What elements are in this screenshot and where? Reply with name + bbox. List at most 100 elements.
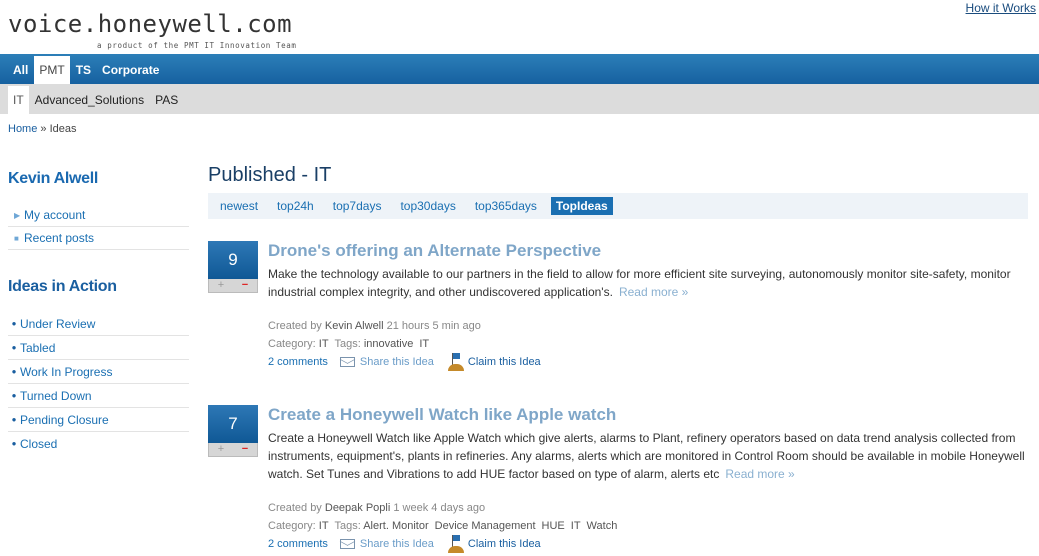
sidebar-item-my-account[interactable]: ▶ My account [8,204,189,227]
idea-author-line: Created by Deepak Popli 1 week 4 days ag… [268,499,1028,517]
how-it-works-link[interactable]: How it Works [966,1,1036,15]
dot-icon: ● [11,414,17,424]
vote-up-button[interactable]: + [209,279,233,292]
breadcrumb-home[interactable]: Home [8,123,37,135]
dot-icon: ● [11,342,17,352]
sidebar-item-label[interactable]: Closed [20,432,57,456]
read-more-link[interactable]: Read more » [725,467,794,481]
claim-label: Claim this Idea [467,356,541,368]
vote-up-button[interactable]: + [209,443,233,456]
sidebar-item-under-review[interactable]: ● Under Review [8,312,189,336]
idea-summary: Make the technology available to our par… [268,265,1028,301]
idea-age: 1 week 4 days ago [393,502,486,514]
idea-actions: 2 comments Share this Idea Claim this Id… [268,535,1028,553]
subtab-pas[interactable]: PAS [150,86,183,114]
sidebar-item-label[interactable]: My account [24,204,85,227]
flag-icon [447,353,464,371]
triangle-right-icon: ▶ [14,210,21,220]
share-label: Share this Idea [359,538,434,550]
sidebar-item-label[interactable]: Turned Down [20,384,92,408]
claim-label: Claim this Idea [467,538,541,550]
breadcrumb: Home » Ideas [8,123,77,135]
tag-link[interactable]: innovative [364,338,414,350]
tag-link[interactable]: IT [571,520,581,532]
sidebar-user-name: Kevin Alwell [8,170,99,187]
tag-link[interactable]: Watch [587,520,618,532]
vote-buttons: + − [208,443,258,457]
tag-link[interactable]: Device Management [435,520,536,532]
comments-link[interactable]: 2 comments [268,538,328,550]
square-bullet-icon: ■ [14,233,19,243]
sort-top7days[interactable]: top7days [328,197,387,215]
dot-icon: ● [11,318,17,328]
sidebar-item-closed[interactable]: ● Closed [8,432,189,456]
created-by-label: Created by [268,320,322,332]
sidebar-item-label[interactable]: Pending Closure [20,408,109,432]
main-content: Published - IT newest top24h top7days to… [208,164,1028,553]
dot-icon: ● [11,439,17,448]
idea-category-line: Category: IT Tags: Alert. Monitor Device … [268,517,1028,535]
sort-top24h[interactable]: top24h [272,197,319,215]
account-menu: ▶ My account ■ Recent posts [8,204,189,250]
sidebar-item-label[interactable]: Recent posts [24,227,94,250]
envelope-icon [339,539,355,549]
tag-link[interactable]: Alert. Monitor [363,520,428,532]
tab-corporate[interactable]: Corporate [97,56,164,84]
created-by-label: Created by [268,502,322,514]
tags-label: Tags: [334,520,361,532]
claim-idea-link[interactable]: Claim this Idea [447,535,541,553]
subtab-advanced-solutions[interactable]: Advanced_Solutions [30,86,149,114]
primary-nav: All PMT TS Corporate [0,54,1039,84]
idea-age: 21 hours 5 min ago [386,320,481,332]
sidebar-item-label[interactable]: Under Review [20,312,95,336]
sidebar-item-tabled[interactable]: ● Tabled [8,336,189,360]
idea-title[interactable]: Create a Honeywell Watch like Apple watc… [268,405,1028,425]
page-title: Published - IT [208,164,332,186]
vote-down-button[interactable]: − [233,443,257,456]
tab-all[interactable]: All [8,56,33,84]
tab-ts[interactable]: TS [71,56,96,84]
tag-link[interactable]: HUE [542,520,565,532]
sort-newest[interactable]: newest [215,197,263,215]
tags-label: Tags: [334,338,361,350]
sort-top30days[interactable]: top30days [395,197,460,215]
claim-idea-link[interactable]: Claim this Idea [447,353,541,371]
vote-widget: 7 + − [208,405,258,457]
vote-down-button[interactable]: − [233,279,257,292]
share-idea-link[interactable]: Share this Idea [339,538,434,550]
vote-widget: 9 + − [208,241,258,293]
dot-icon: ● [11,366,17,376]
ideas-menu: ● Under Review ● Tabled ● Work In Progress … [8,312,189,456]
vote-count: 9 [208,241,258,279]
sidebar-item-pending-closure[interactable]: ● Pending Closure [8,408,189,432]
author-link[interactable]: Deepak Popli [325,502,390,514]
breadcrumb-separator: » [40,123,47,135]
idea-author-line: Created by Kevin Alwell 21 hours 5 min a… [268,317,1028,335]
tag-link[interactable]: IT [419,338,429,350]
site-title[interactable]: voice.honeywell.com [8,10,292,38]
sidebar-item-recent-posts[interactable]: ■ Recent posts [8,227,189,250]
vote-count: 7 [208,405,258,443]
tab-pmt[interactable]: PMT [34,56,70,84]
idea-body: Create a Honeywell Watch like Apple watc… [268,405,1028,553]
sort-tabs: newest top24h top7days top30days top365d… [208,193,1028,219]
share-idea-link[interactable]: Share this Idea [339,356,434,368]
author-link[interactable]: Kevin Alwell [325,320,384,332]
share-label: Share this Idea [359,356,434,368]
category-label: Category: [268,520,316,532]
idea-title[interactable]: Drone's offering an Alternate Perspectiv… [268,241,1028,261]
secondary-nav: IT Advanced_Solutions PAS [0,84,1039,114]
read-more-link[interactable]: Read more » [619,285,688,299]
category-link[interactable]: IT [319,520,329,532]
flag-icon [447,535,464,553]
sidebar-item-turned-down[interactable]: ● Turned Down [8,384,189,408]
subtab-it[interactable]: IT [8,86,29,114]
idea-body: Drone's offering an Alternate Perspectiv… [268,241,1028,371]
sort-topideas[interactable]: TopIdeas [550,197,613,215]
sidebar-item-label[interactable]: Tabled [20,336,55,360]
category-link[interactable]: IT [319,338,329,350]
sidebar-item-work-in-progress[interactable]: ● Work In Progress [8,360,189,384]
comments-link[interactable]: 2 comments [268,356,328,368]
sidebar-item-label[interactable]: Work In Progress [20,360,112,384]
sort-top365days[interactable]: top365days [470,197,542,215]
